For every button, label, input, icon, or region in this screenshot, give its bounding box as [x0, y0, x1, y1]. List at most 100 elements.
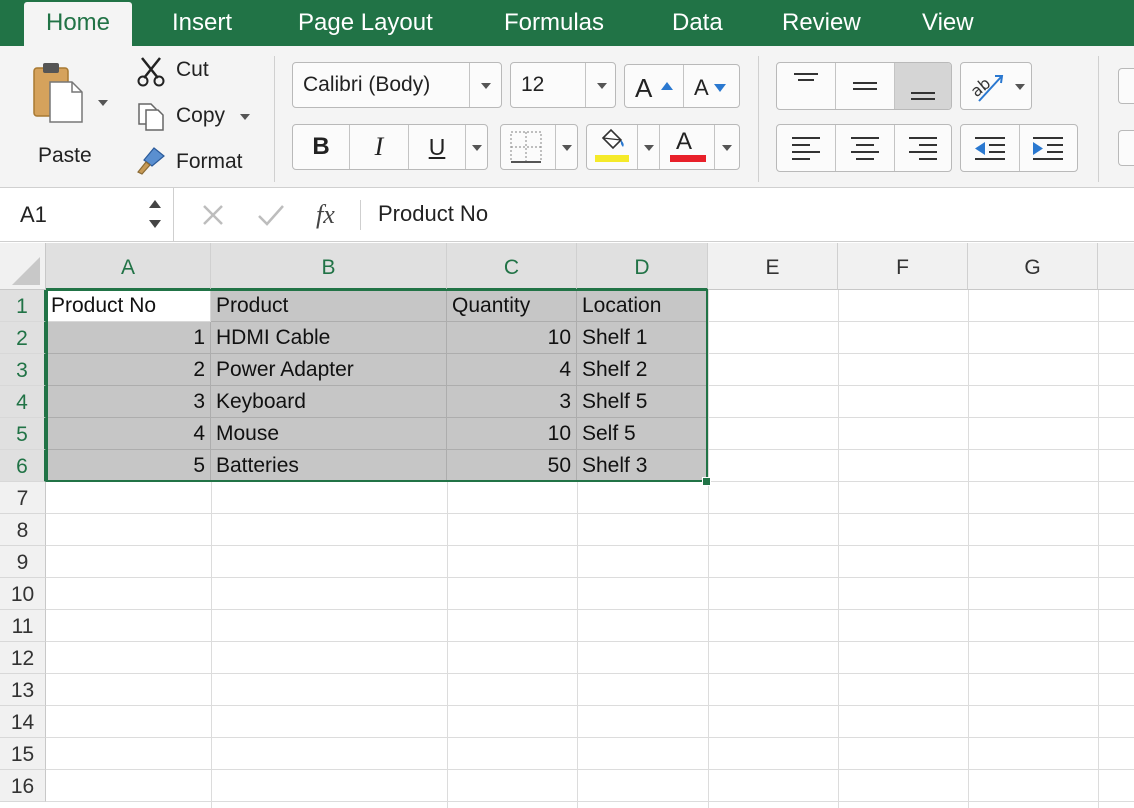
cell-b4[interactable]: Keyboard: [211, 386, 447, 418]
fill-handle[interactable]: [702, 477, 711, 486]
row-header[interactable]: 10: [0, 578, 46, 610]
cut-button[interactable]: Cut: [134, 54, 234, 88]
paste-button[interactable]: Paste: [22, 58, 114, 176]
align-middle-button[interactable]: [836, 63, 894, 109]
row-header[interactable]: 14: [0, 706, 46, 738]
align-right-button[interactable]: [895, 125, 951, 171]
cell-c2[interactable]: 10: [447, 322, 577, 354]
cell-a6[interactable]: 5: [46, 450, 211, 482]
cell-c5[interactable]: 10: [447, 418, 577, 450]
row-header[interactable]: 15: [0, 738, 46, 770]
tab-insert[interactable]: Insert: [150, 0, 254, 46]
cell-b2[interactable]: HDMI Cable: [211, 322, 447, 354]
tab-view[interactable]: View: [900, 0, 996, 46]
column-header-e[interactable]: E: [708, 243, 838, 290]
cell-a2[interactable]: 1: [46, 322, 211, 354]
row-header[interactable]: 12: [0, 642, 46, 674]
cell-a5[interactable]: 4: [46, 418, 211, 450]
font-family-select[interactable]: Calibri (Body): [292, 62, 502, 108]
cell-d5[interactable]: Self 5: [577, 418, 708, 450]
cell-a3[interactable]: 2: [46, 354, 211, 386]
align-center-button[interactable]: [836, 125, 894, 171]
row-header[interactable]: 5: [0, 418, 46, 450]
font-color-button[interactable]: A: [660, 125, 714, 169]
wrap-text-button[interactable]: [1118, 68, 1134, 104]
cell-b1[interactable]: Product: [211, 290, 447, 322]
column-header-b[interactable]: B: [211, 243, 447, 290]
cell-a1[interactable]: Product No: [46, 290, 211, 322]
worksheet-grid: A B C D E F G 1 2 3 4 5 6 7 8 9 10 11 12…: [0, 243, 1134, 808]
orientation-button[interactable]: ab: [960, 62, 1032, 110]
column-header-f[interactable]: F: [838, 243, 968, 290]
row-header[interactable]: 3: [0, 354, 46, 386]
row-header[interactable]: 4: [0, 386, 46, 418]
copy-button[interactable]: Copy: [134, 100, 254, 134]
cell-d4[interactable]: Shelf 5: [577, 386, 708, 418]
format-painter-button[interactable]: Format: [134, 146, 254, 180]
increase-indent-button[interactable]: [1020, 125, 1078, 171]
underline-button[interactable]: U: [409, 125, 465, 169]
cancel-entry-icon[interactable]: [200, 202, 226, 228]
row-header[interactable]: 9: [0, 546, 46, 578]
font-size-select[interactable]: 12: [510, 62, 616, 108]
cell-d2[interactable]: Shelf 1: [577, 322, 708, 354]
row-header[interactable]: 7: [0, 482, 46, 514]
paste-dropdown-chevron-icon[interactable]: [98, 100, 108, 106]
align-center-icon: [851, 137, 879, 160]
align-left-button[interactable]: [777, 125, 835, 171]
tab-review[interactable]: Review: [760, 0, 883, 46]
cell-c1[interactable]: Quantity: [447, 290, 577, 322]
column-header-g[interactable]: G: [968, 243, 1098, 290]
ribbon-separator: [1098, 56, 1099, 182]
cell-d6[interactable]: Shelf 3: [577, 450, 708, 482]
color-group: A: [586, 124, 740, 170]
align-bottom-button[interactable]: [895, 63, 951, 109]
name-box-value: A1: [20, 202, 47, 227]
bold-button[interactable]: B: [293, 125, 349, 169]
row-header[interactable]: 8: [0, 514, 46, 546]
italic-button[interactable]: I: [350, 125, 408, 169]
fill-color-chevron-icon[interactable]: [644, 145, 654, 151]
formula-input[interactable]: Product No: [378, 201, 1118, 231]
merge-button[interactable]: [1118, 130, 1134, 166]
column-header-h[interactable]: [1098, 243, 1134, 290]
tab-data[interactable]: Data: [650, 0, 745, 46]
insert-function-button[interactable]: fx: [316, 196, 352, 234]
name-box-stepper-icon[interactable]: [148, 196, 162, 232]
ribbon-separator: [758, 56, 759, 182]
column-header-a[interactable]: A: [46, 243, 211, 290]
cell-a4[interactable]: 3: [46, 386, 211, 418]
cell-d1[interactable]: Location: [577, 290, 708, 322]
cell-c3[interactable]: 4: [447, 354, 577, 386]
row-header[interactable]: 2: [0, 322, 46, 354]
font-color-chevron-icon[interactable]: [722, 145, 732, 151]
grow-font-button[interactable]: A: [625, 65, 683, 107]
cell-b5[interactable]: Mouse: [211, 418, 447, 450]
borders-button[interactable]: [500, 124, 578, 170]
select-all-button[interactable]: [0, 243, 46, 290]
row-header[interactable]: 13: [0, 674, 46, 706]
cell-b3[interactable]: Power Adapter: [211, 354, 447, 386]
cell-b6[interactable]: Batteries: [211, 450, 447, 482]
row-header[interactable]: 11: [0, 610, 46, 642]
underline-chevron-icon[interactable]: [472, 145, 482, 151]
cell-d3[interactable]: Shelf 2: [577, 354, 708, 386]
confirm-entry-icon[interactable]: [256, 202, 286, 228]
row-header[interactable]: 6: [0, 450, 46, 482]
name-box[interactable]: A1: [0, 188, 174, 242]
decrease-indent-button[interactable]: [961, 125, 1019, 171]
column-header-d[interactable]: D: [577, 243, 708, 290]
italic-label: I: [374, 132, 384, 161]
row-header[interactable]: 16: [0, 770, 46, 802]
tab-formulas[interactable]: Formulas: [482, 0, 626, 46]
row-header[interactable]: 1: [0, 290, 46, 322]
column-header-c[interactable]: C: [447, 243, 577, 290]
copy-dropdown-chevron-icon[interactable]: [240, 114, 250, 120]
cell-c6[interactable]: 50: [447, 450, 577, 482]
shrink-font-button[interactable]: A: [684, 65, 740, 107]
align-top-button[interactable]: [777, 63, 835, 109]
cell-c4[interactable]: 3: [447, 386, 577, 418]
tab-home[interactable]: Home: [24, 2, 133, 46]
tab-page-layout[interactable]: Page Layout: [276, 0, 455, 46]
fill-color-button[interactable]: [587, 125, 637, 169]
